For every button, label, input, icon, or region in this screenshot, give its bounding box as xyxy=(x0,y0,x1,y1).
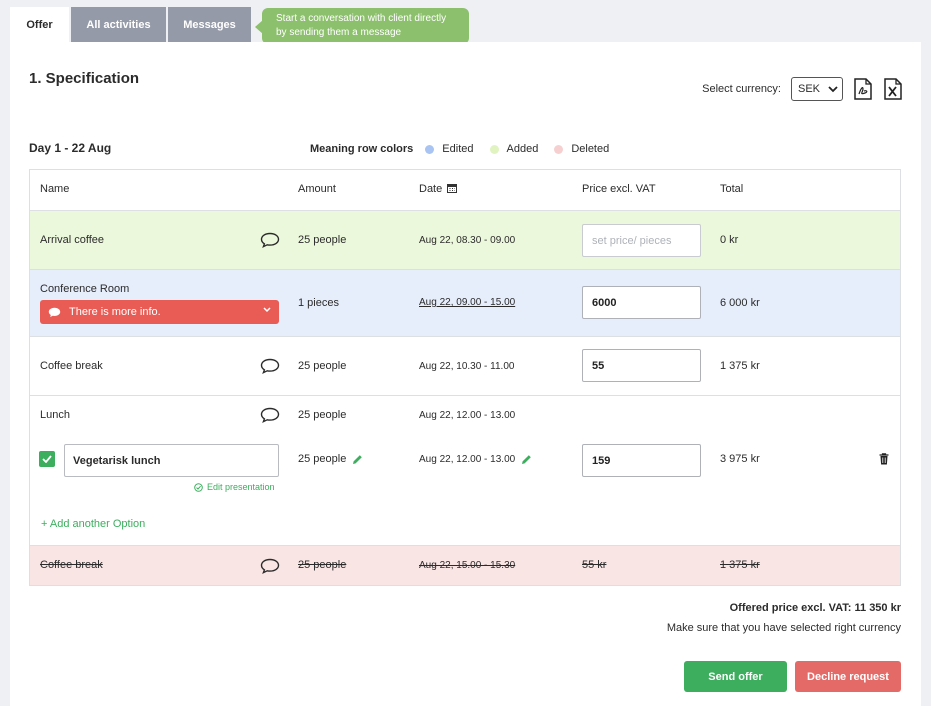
row-date: Aug 22, 09.00 - 15.00 xyxy=(419,297,516,308)
option-total: 3 975 kr xyxy=(720,453,760,465)
row-amount: 25 people xyxy=(298,559,347,571)
option-amount-value: 25 people xyxy=(298,453,347,465)
calendar-icon xyxy=(447,184,458,193)
table-row: Arrival coffee 25 people Aug 22, 08.30 -… xyxy=(30,211,900,270)
comment-icon xyxy=(48,307,61,317)
comment-icon[interactable] xyxy=(260,407,280,423)
tooltip-line-2: by sending them a message xyxy=(276,27,402,38)
tab-messages[interactable]: Messages xyxy=(168,7,251,43)
chevron-down-icon xyxy=(828,85,838,92)
row-name: Arrival coffee xyxy=(40,234,104,246)
row-total: 1 375 kr xyxy=(720,559,760,571)
messages-tooltip: Start a conversation with client directl… xyxy=(255,8,469,44)
header-name: Name xyxy=(40,183,70,195)
currency-label: Select currency: xyxy=(702,83,781,95)
row-price: 55 kr xyxy=(582,559,607,571)
legend-item-edited: Edited xyxy=(425,143,474,155)
row-amount: 25 people xyxy=(298,234,347,246)
table-row: Conference Room There is more info. 1 pi… xyxy=(30,270,900,337)
table-header: Name Amount Date Price excl. VAT Total xyxy=(30,170,900,211)
offer-panel: 1. Specification Select currency: SEK Da… xyxy=(10,42,921,706)
option-date: Aug 22, 12.00 - 13.00 xyxy=(419,454,532,465)
header-amount: Amount xyxy=(298,183,336,195)
trash-icon[interactable] xyxy=(879,453,889,465)
table-row: Coffee break 25 people Aug 22, 10.30 - 1… xyxy=(30,337,900,396)
row-amount: 25 people xyxy=(298,409,347,421)
price-input[interactable]: 55 xyxy=(582,349,701,382)
row-total: 1 375 kr xyxy=(720,360,760,372)
header-price: Price excl. VAT xyxy=(582,183,656,195)
tab-all-activities[interactable]: All activities xyxy=(71,7,166,43)
chevron-down-icon xyxy=(263,307,271,313)
pencil-icon[interactable] xyxy=(352,454,363,465)
row-date: Aug 22, 15.00 - 15.30 xyxy=(419,560,516,571)
option-checkbox[interactable] xyxy=(39,451,55,467)
currency-selector: Select currency: SEK xyxy=(702,77,903,101)
row-name: Lunch xyxy=(40,409,70,421)
send-offer-button[interactable]: Send offer xyxy=(684,661,787,692)
comment-icon[interactable] xyxy=(260,358,280,374)
row-total: 6 000 kr xyxy=(720,297,760,309)
legend-item-deleted: Deleted xyxy=(554,143,609,155)
tab-bar: Offer All activities Messages xyxy=(10,7,251,43)
legend-label: Edited xyxy=(442,143,474,155)
page-title: 1. Specification xyxy=(29,70,140,87)
day-heading: Day 1 - 22 Aug xyxy=(29,141,112,155)
decline-request-button[interactable]: Decline request xyxy=(795,661,901,692)
header-date: Date xyxy=(419,183,458,195)
row-amount: 25 people xyxy=(298,360,347,372)
alert-text: There is more info. xyxy=(69,306,161,318)
offered-price: Offered price excl. VAT: 11 350 kr xyxy=(729,602,901,614)
row-total: 0 kr xyxy=(720,234,739,246)
comment-icon[interactable] xyxy=(260,232,280,248)
option-date-value: Aug 22, 12.00 - 13.00 xyxy=(419,454,516,466)
deleted-dot-icon xyxy=(554,144,564,154)
add-option-link[interactable]: + Add another Option xyxy=(41,518,145,530)
currency-select[interactable]: SEK xyxy=(791,77,843,101)
check-circle-icon xyxy=(194,482,203,492)
specification-table: Name Amount Date Price excl. VAT Total A… xyxy=(29,169,901,586)
table-row: Coffee break 25 people Aug 22, 15.00 - 1… xyxy=(30,546,900,585)
row-date: Aug 22, 08.30 - 09.00 xyxy=(419,235,516,246)
legend-label: Deleted xyxy=(571,143,610,155)
price-input[interactable]: 159 xyxy=(582,444,701,477)
header-date-label: Date xyxy=(419,183,443,195)
check-icon xyxy=(42,455,52,463)
legend-item-added: Added xyxy=(489,143,539,155)
option-name-input[interactable]: Vegetarisk lunch xyxy=(64,444,279,477)
row-date: Aug 22, 10.30 - 11.00 xyxy=(419,361,515,372)
row-name: Coffee break xyxy=(40,559,103,571)
pencil-icon[interactable] xyxy=(521,454,532,465)
tab-offer[interactable]: Offer xyxy=(10,7,69,43)
row-color-legend: Meaning row colors Edited Added Deleted xyxy=(310,143,625,155)
pdf-export-icon[interactable] xyxy=(853,77,873,101)
excel-export-icon[interactable] xyxy=(883,77,903,101)
header-total: Total xyxy=(720,183,744,195)
legend-label: Added xyxy=(506,143,539,155)
legend-title: Meaning row colors xyxy=(310,143,414,155)
option-amount: 25 people xyxy=(298,453,363,465)
comment-icon[interactable] xyxy=(260,558,280,574)
row-amount: 1 pieces xyxy=(298,297,339,309)
table-row: Lunch 25 people Aug 22, 12.00 - 13.00 Ve… xyxy=(30,396,900,546)
edit-presentation-link[interactable]: Edit presentation xyxy=(194,482,275,492)
currency-note: Make sure that you have selected right c… xyxy=(666,622,901,634)
price-input[interactable]: 6000 xyxy=(582,286,701,319)
row-name: Coffee break xyxy=(40,360,103,372)
currency-value: SEK xyxy=(798,83,821,95)
added-dot-icon xyxy=(489,144,499,154)
info-alert[interactable]: There is more info. xyxy=(40,300,279,324)
row-date: Aug 22, 12.00 - 13.00 xyxy=(419,410,516,421)
edit-presentation-label: Edit presentation xyxy=(207,482,275,492)
tooltip-line-1: Start a conversation with client directl… xyxy=(276,13,447,24)
row-name: Conference Room xyxy=(40,283,130,295)
edited-dot-icon xyxy=(425,144,435,154)
price-input[interactable]: set price/ pieces xyxy=(582,224,701,257)
